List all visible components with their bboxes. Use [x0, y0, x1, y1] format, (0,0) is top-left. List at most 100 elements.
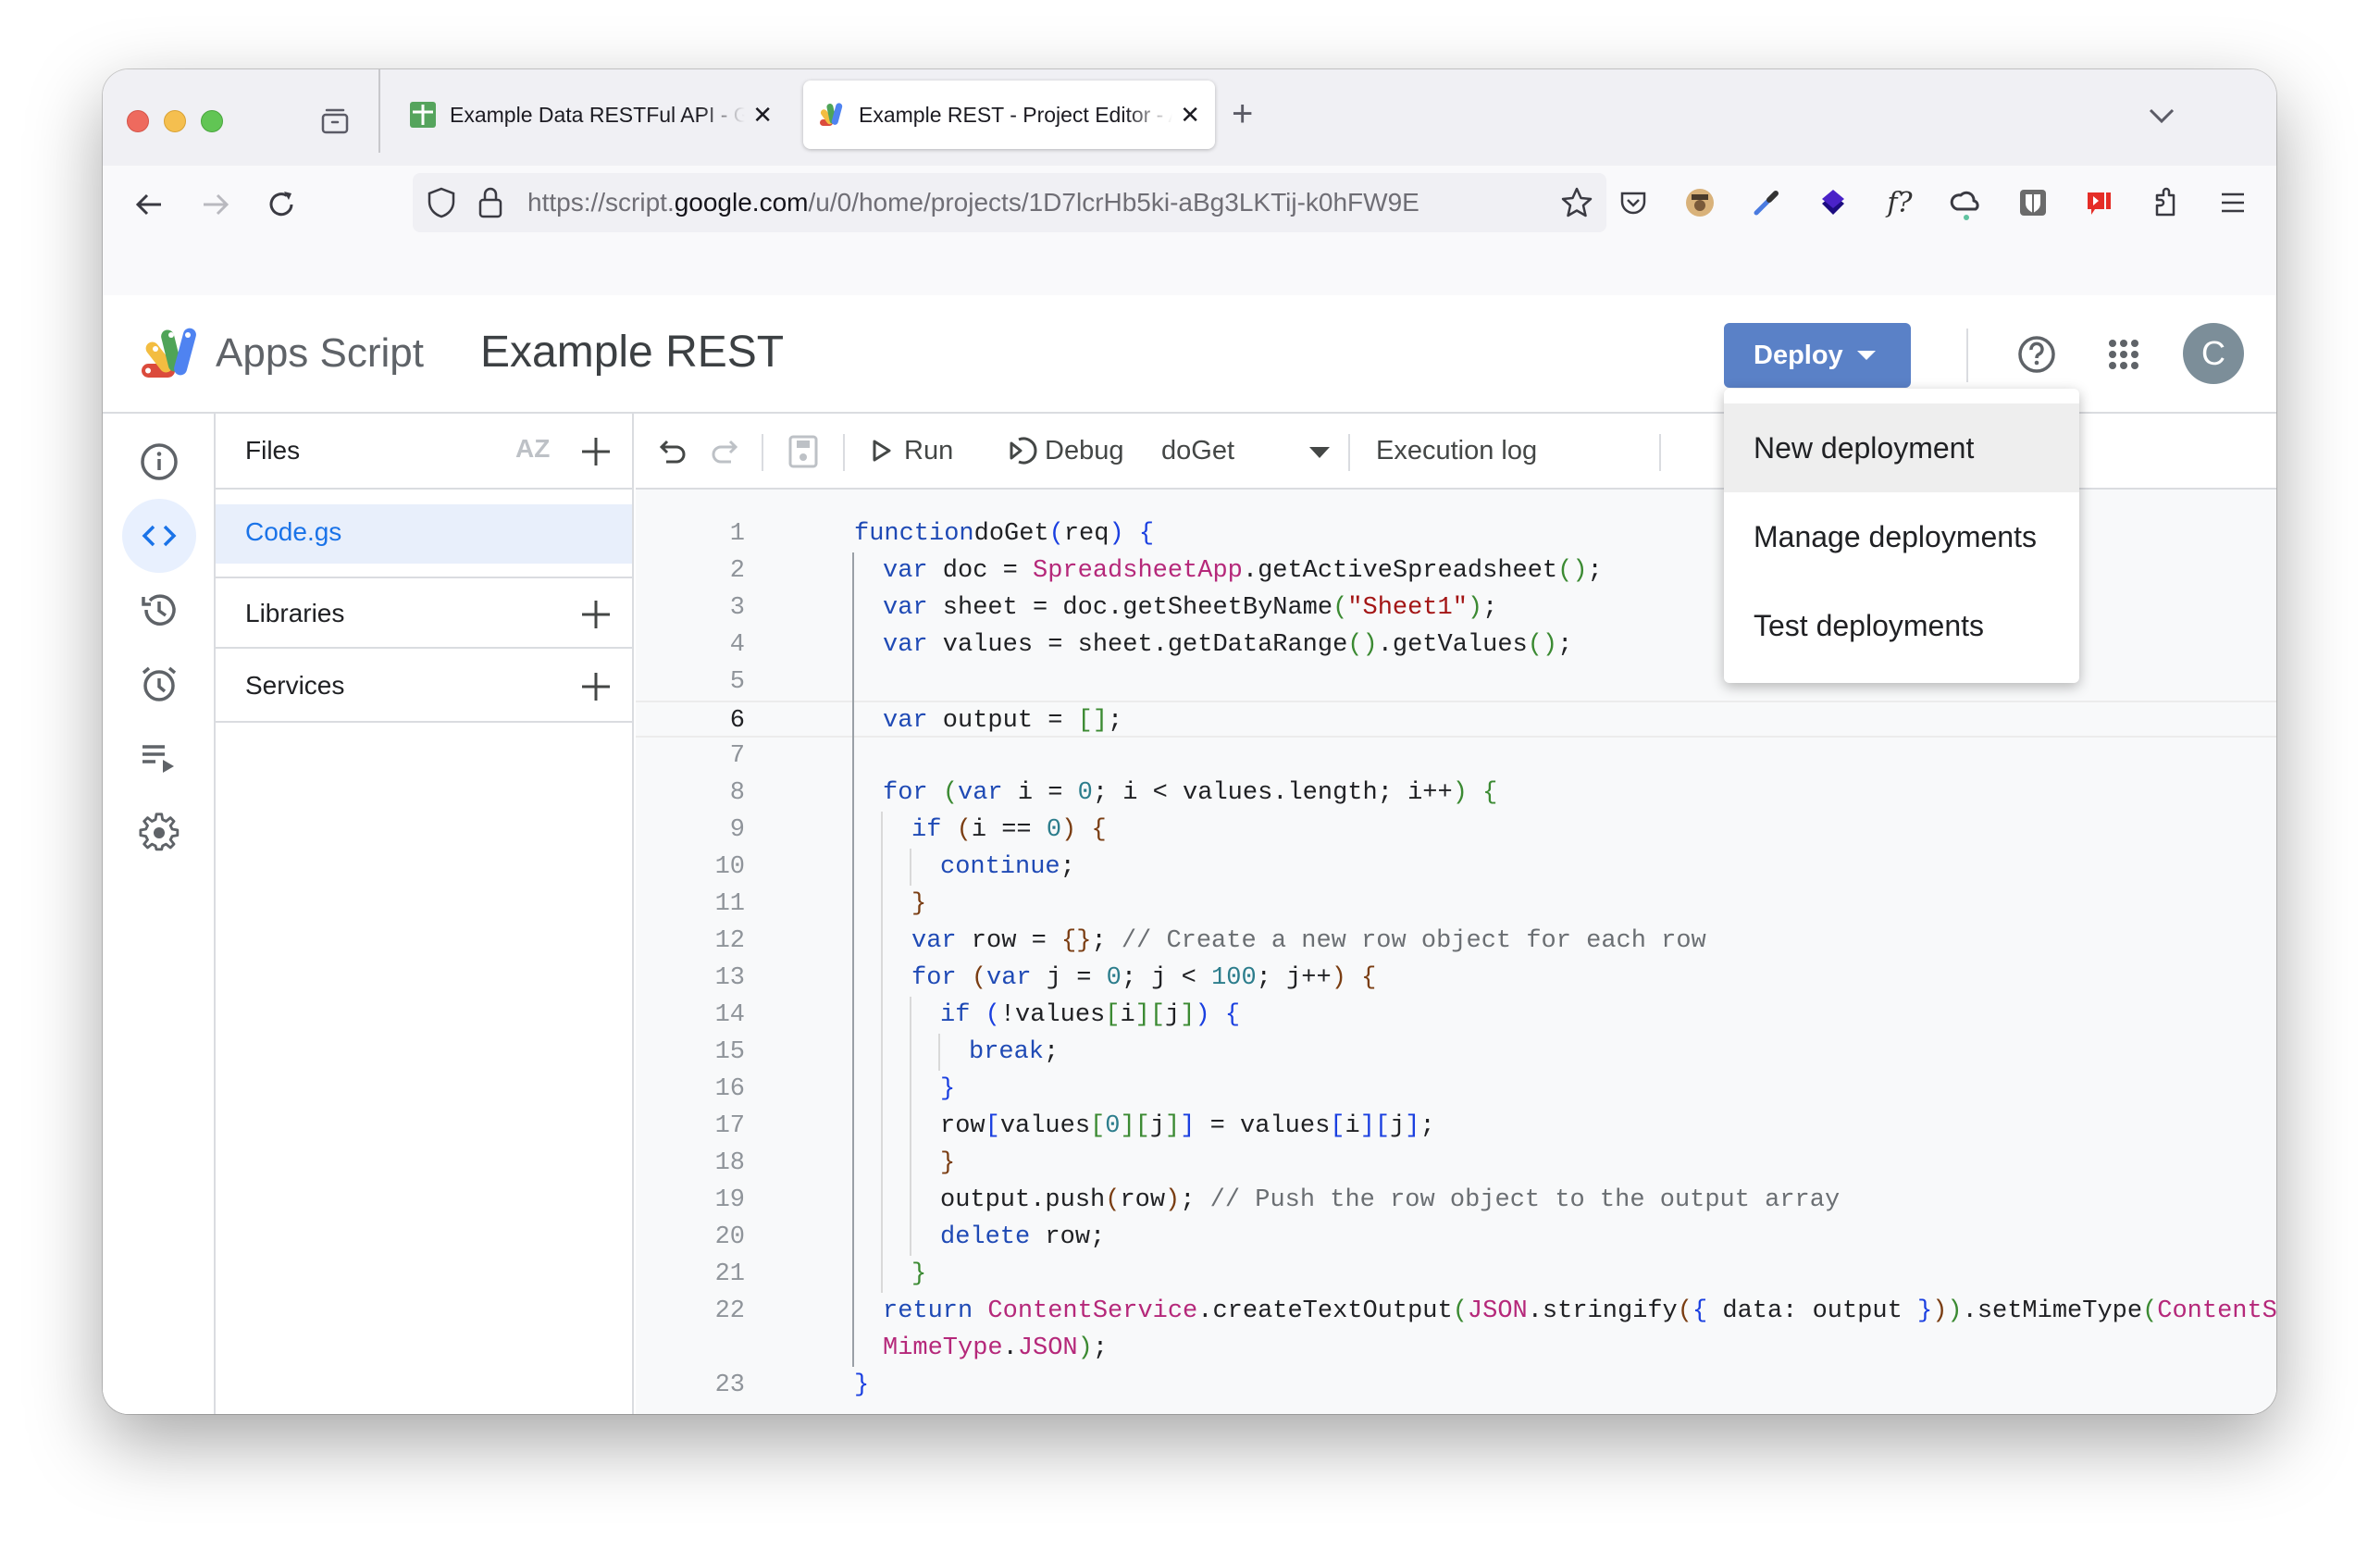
token: .stringify — [1527, 1297, 1678, 1325]
add-file-plus-icon[interactable] — [580, 436, 612, 467]
code-line[interactable]: 7 — [636, 738, 2276, 775]
add-service-plus-icon[interactable] — [580, 671, 612, 702]
run-button[interactable]: Run — [871, 414, 953, 488]
token-p3: ] — [1405, 1112, 1420, 1140]
code-line[interactable]: MimeType.JSON); — [636, 1330, 2276, 1367]
code-text: var row = {}; // Create a new row object… — [911, 923, 1706, 960]
rail-project-history[interactable] — [122, 573, 196, 647]
executions-list-icon — [143, 745, 174, 773]
rail-settings[interactable] — [122, 795, 196, 869]
url-text[interactable]: https://script.google.com/u/0/home/proje… — [527, 188, 1490, 217]
token-com: // Create a new row object for each row — [1121, 927, 1706, 955]
eyedropper-icon[interactable] — [1744, 180, 1789, 225]
new-tab-button[interactable]: + — [1232, 93, 1253, 135]
deploy-button[interactable]: Deploy — [1724, 323, 1911, 388]
help-icon[interactable] — [2016, 334, 2057, 375]
menu-icon[interactable] — [2211, 180, 2255, 225]
token: ; — [1060, 853, 1075, 881]
url-bar[interactable]: https://script.google.com/u/0/home/proje… — [413, 173, 1606, 232]
token: ; i < values.length; i++ — [1092, 779, 1453, 807]
menu-item-test-deployments[interactable]: Test deployments — [1724, 581, 2079, 670]
formula-extension-icon[interactable]: f? — [1878, 180, 1922, 225]
rail-executions[interactable] — [122, 721, 196, 795]
apps-script-logo[interactable] — [140, 327, 206, 380]
bookmark-star-icon[interactable] — [1560, 186, 1593, 219]
token: = values — [1195, 1112, 1331, 1140]
menu-item-manage-deployments[interactable]: Manage deployments — [1724, 492, 2079, 581]
tab-google-sheets[interactable]: Example Data RESTFul API - Google Sheets… — [394, 81, 787, 149]
libraries-section[interactable]: Libraries — [216, 577, 632, 649]
indent-guide — [881, 1145, 883, 1182]
close-tab-icon[interactable]: ✕ — [1180, 101, 1200, 130]
forward-button[interactable] — [193, 182, 238, 227]
token-p2: ( — [1105, 1186, 1121, 1214]
cloud-sync-icon[interactable] — [1944, 180, 1989, 225]
zoom-window-button[interactable] — [201, 110, 223, 132]
code-text: functiondoGet(req) { — [854, 515, 1154, 552]
apps-script-page: Apps Script Example REST Deploy C Files … — [103, 295, 2276, 1414]
close-window-button[interactable] — [127, 110, 149, 132]
tab-apps-script[interactable]: Example REST - Project Editor - Apps Scr… — [803, 81, 1215, 149]
token-p3: { — [1138, 520, 1155, 548]
rail-editor[interactable] — [122, 499, 196, 573]
function-select[interactable]: doGet — [1161, 414, 1330, 488]
rail-overview[interactable] — [122, 425, 196, 499]
redo-icon[interactable] — [708, 436, 739, 467]
extensions-puzzle-icon[interactable] — [2144, 180, 2188, 225]
token-p1: ][ — [1120, 1112, 1150, 1140]
forward-arrow-icon — [204, 193, 229, 216]
line-number: 15 — [714, 1038, 745, 1066]
layers-extension-icon[interactable] — [1811, 180, 1855, 225]
bitwarden-icon[interactable] — [2011, 180, 2055, 225]
back-button[interactable] — [127, 182, 171, 227]
token: ; — [1557, 631, 1573, 659]
save-icon[interactable] — [787, 434, 819, 469]
lock-icon[interactable] — [477, 186, 503, 219]
indent-guide — [910, 1219, 911, 1256]
token-kw: for — [911, 964, 957, 992]
token-p2: {} — [1061, 927, 1092, 955]
token: .getValues — [1377, 631, 1528, 659]
sort-az-icon[interactable]: AZ — [515, 434, 550, 464]
token-kw: break — [969, 1038, 1045, 1066]
tab-groups-icon[interactable] — [320, 106, 350, 136]
token: ; — [1419, 1112, 1435, 1140]
close-tab-icon[interactable]: ✕ — [752, 101, 773, 130]
code-line[interactable]: 23} — [636, 1367, 2276, 1404]
token-p1: ] — [1165, 1112, 1181, 1140]
google-apps-grid-icon[interactable] — [2103, 334, 2144, 375]
add-library-plus-icon[interactable] — [580, 599, 612, 630]
code-line[interactable]: 22 return ContentService.createTextOutput… — [636, 1293, 2276, 1330]
file-item-code-gs[interactable]: Code.gs — [216, 504, 632, 564]
code-line[interactable]: 6 var output = []; — [636, 701, 2276, 738]
list-all-tabs-chevron-icon[interactable] — [2143, 97, 2180, 134]
app-name[interactable]: Apps Script — [216, 330, 424, 377]
undo-icon[interactable] — [658, 436, 689, 467]
rail-triggers[interactable] — [122, 647, 196, 721]
indent-guide — [881, 1108, 883, 1145]
account-avatar[interactable]: C — [2183, 323, 2244, 384]
indent-guide — [881, 923, 883, 960]
reload-button[interactable] — [260, 182, 304, 227]
services-section[interactable]: Services — [216, 651, 632, 723]
pocket-icon[interactable] — [1611, 180, 1655, 225]
menu-item-new-deployment[interactable]: New deployment — [1724, 403, 2079, 492]
toolbar-divider — [1348, 434, 1350, 471]
line-number: 19 — [714, 1186, 745, 1214]
token-p2: { — [1361, 964, 1377, 992]
run-label: Run — [904, 435, 954, 465]
debug-label: Debug — [1045, 435, 1124, 465]
code-line[interactable]: 8 for (var i = 0; i < values.length; i++)… — [636, 775, 2276, 812]
token-p1: [ — [1105, 1001, 1121, 1029]
token-kw: for — [883, 779, 928, 807]
minimize-window-button[interactable] — [164, 110, 186, 132]
user-avatar-extension-icon[interactable] — [1678, 180, 1722, 225]
debug-button[interactable]: Debug — [1006, 414, 1123, 488]
tracking-protection-shield-icon[interactable] — [426, 186, 457, 219]
youtube-extension-icon[interactable] — [2077, 180, 2122, 225]
execution-log-button[interactable]: Execution log — [1376, 414, 1537, 488]
project-title[interactable]: Example REST — [480, 327, 784, 378]
